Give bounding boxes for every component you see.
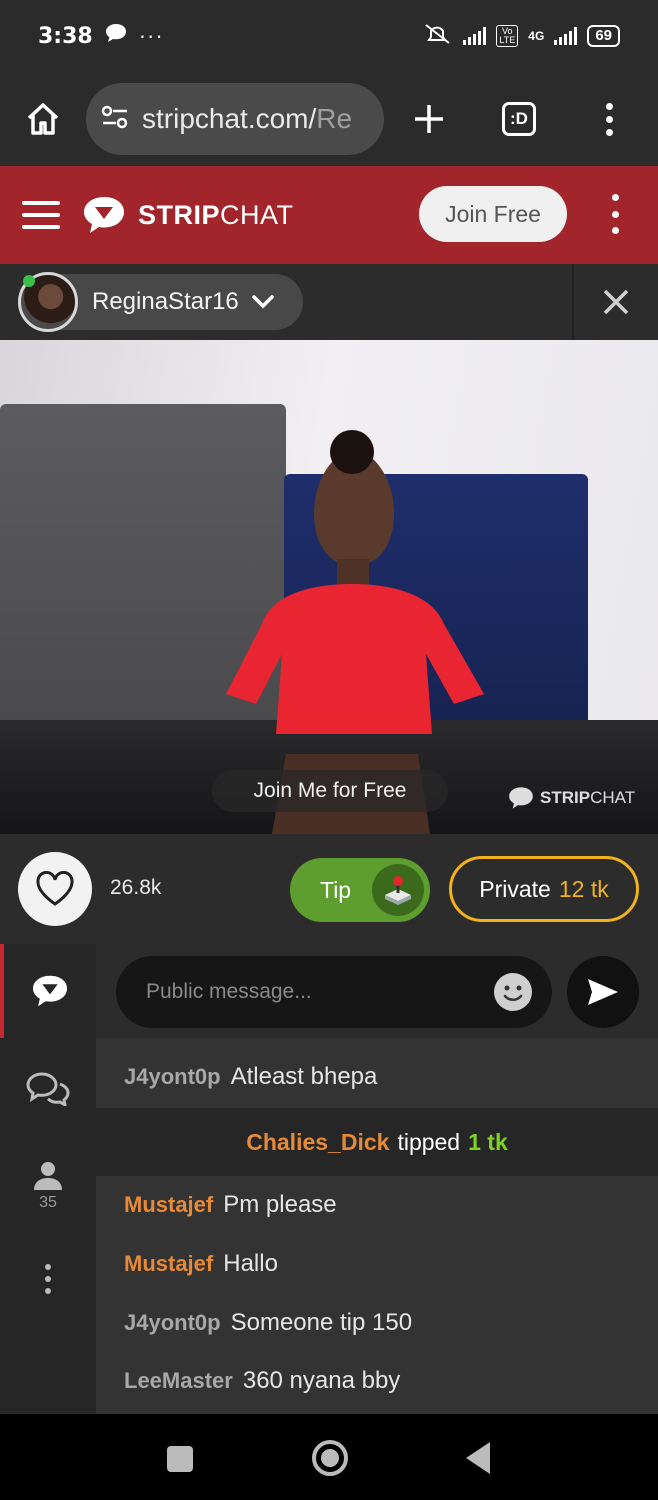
joystick-icon bbox=[372, 864, 424, 916]
favorites-count: 26.8k bbox=[110, 876, 162, 899]
video-stream[interactable]: Join Me for Free STRIPCHAT bbox=[0, 340, 658, 834]
site-logo[interactable]: STRIPCHAT bbox=[82, 195, 294, 235]
signal-icon bbox=[463, 27, 487, 45]
join-me-overlay[interactable]: Join Me for Free bbox=[212, 770, 448, 812]
mute-icon bbox=[423, 22, 453, 51]
favorite-button[interactable] bbox=[18, 852, 92, 926]
tip-notification: Chalies_Dick tipped 1 tk bbox=[96, 1108, 658, 1176]
volte-icon: Vo LTE bbox=[496, 25, 519, 47]
chat-text: Atleast bhepa bbox=[230, 1063, 378, 1090]
hamburger-menu-icon[interactable] bbox=[22, 201, 60, 229]
chat-username[interactable]: LeeMaster bbox=[124, 1368, 233, 1394]
signal-icon-2 bbox=[554, 27, 578, 45]
send-button[interactable] bbox=[567, 956, 639, 1028]
messages-icon bbox=[26, 1072, 70, 1106]
browser-menu-button[interactable] bbox=[564, 72, 654, 166]
model-bar: ReginaStar16 bbox=[0, 264, 658, 340]
chat-side-nav: 35 bbox=[0, 944, 96, 1414]
more-icon bbox=[45, 1264, 51, 1294]
chat-message: LeeMaster 360 nyana bby bbox=[96, 1352, 658, 1410]
tip-button[interactable]: Tip bbox=[290, 858, 430, 922]
private-label: Private bbox=[479, 875, 551, 902]
chat-composer bbox=[96, 944, 658, 1038]
chat-text: Pm please bbox=[223, 1191, 337, 1218]
chat-message: Mustajef Hallo bbox=[96, 1235, 658, 1293]
chat-text: 360 nyana bby bbox=[242, 1367, 401, 1394]
public-chat-icon bbox=[33, 975, 67, 1007]
chat-text: Someone tip 150 bbox=[230, 1309, 413, 1336]
chat-username[interactable]: Mustajef bbox=[124, 1251, 213, 1277]
emoji-icon[interactable] bbox=[494, 973, 532, 1011]
site-settings-icon[interactable] bbox=[100, 104, 130, 135]
status-time: 3:38 bbox=[38, 23, 93, 49]
status-bar: 3:38 ··· Vo LTE 4G 69 bbox=[0, 0, 658, 72]
close-icon bbox=[603, 289, 629, 315]
chat-bubble-icon bbox=[105, 22, 127, 50]
private-price: 12 tk bbox=[558, 875, 609, 902]
tip-amount: 1 tk bbox=[468, 1128, 508, 1155]
new-tab-button[interactable] bbox=[384, 72, 474, 166]
plus-icon bbox=[415, 105, 443, 133]
chat-username[interactable]: Mustajef bbox=[124, 1192, 213, 1218]
user-icon bbox=[34, 1162, 62, 1190]
tip-verb: tipped bbox=[397, 1128, 461, 1155]
chat-message: Mustajef Pm please bbox=[96, 1176, 658, 1234]
site-header: STRIPCHAT Join Free bbox=[0, 166, 658, 264]
chat-username[interactable]: J4yont0p bbox=[124, 1310, 221, 1336]
back-button[interactable] bbox=[466, 1442, 490, 1474]
header-menu-icon[interactable] bbox=[605, 194, 625, 234]
kebab-menu-icon bbox=[605, 102, 613, 136]
chat-text: Hallo bbox=[223, 1250, 278, 1277]
tab-private-messages[interactable] bbox=[0, 1054, 96, 1124]
chat-username[interactable]: J4yont0p bbox=[124, 1064, 221, 1090]
tipper-username[interactable]: Chalies_Dick bbox=[246, 1129, 389, 1156]
home-icon bbox=[27, 103, 59, 135]
logo-text: STRIPCHAT bbox=[138, 199, 294, 230]
tab-public-chat[interactable] bbox=[0, 944, 96, 1038]
watermark-logo-icon bbox=[509, 787, 533, 809]
tab-count: :D bbox=[502, 102, 536, 136]
chevron-down-icon bbox=[252, 295, 274, 309]
tip-label: Tip bbox=[320, 876, 352, 903]
browser-toolbar: stripchat.com/Re :D bbox=[0, 72, 658, 166]
video-watermark: STRIPCHAT bbox=[508, 786, 635, 810]
home-button[interactable] bbox=[0, 72, 86, 166]
home-nav-button[interactable] bbox=[312, 1440, 348, 1476]
model-name: ReginaStar16 bbox=[92, 288, 239, 315]
model-selector[interactable]: ReginaStar16 bbox=[18, 272, 303, 332]
recents-button[interactable] bbox=[167, 1446, 193, 1472]
send-icon bbox=[588, 979, 618, 1005]
chat-message: J4yont0p Atleast bhepa bbox=[96, 1048, 658, 1106]
tab-switcher-button[interactable]: :D bbox=[474, 72, 564, 166]
battery-icon: 69 bbox=[587, 25, 620, 47]
system-nav-bar bbox=[0, 1414, 658, 1500]
url-host: stripchat.com/ bbox=[142, 103, 317, 134]
model-avatar[interactable] bbox=[18, 272, 78, 332]
network-type: 4G bbox=[528, 29, 545, 43]
heart-icon bbox=[36, 871, 74, 906]
url-bar[interactable]: stripchat.com/Re bbox=[86, 83, 384, 155]
action-bar: 26.8k Tip Private 12 tk bbox=[0, 834, 658, 944]
users-count: 35 bbox=[39, 1194, 57, 1211]
join-free-button[interactable]: Join Free bbox=[419, 186, 567, 242]
close-button[interactable] bbox=[572, 264, 658, 340]
chat-message: J4yont0p Someone tip 150 bbox=[96, 1294, 658, 1352]
url-text: stripchat.com/Re bbox=[142, 103, 352, 135]
online-status-dot bbox=[23, 275, 35, 287]
more-notifications-icon: ··· bbox=[138, 23, 164, 48]
url-path: Re bbox=[316, 103, 353, 134]
private-show-button[interactable]: Private 12 tk bbox=[449, 856, 639, 922]
chat-panel: J4yont0p Atleast bhepa Chalies_Dick tipp… bbox=[96, 944, 658, 1414]
public-message-input[interactable] bbox=[116, 956, 552, 1028]
tab-more[interactable] bbox=[0, 1244, 96, 1314]
logo-icon bbox=[84, 197, 124, 233]
tab-users[interactable]: 35 bbox=[0, 1148, 96, 1224]
